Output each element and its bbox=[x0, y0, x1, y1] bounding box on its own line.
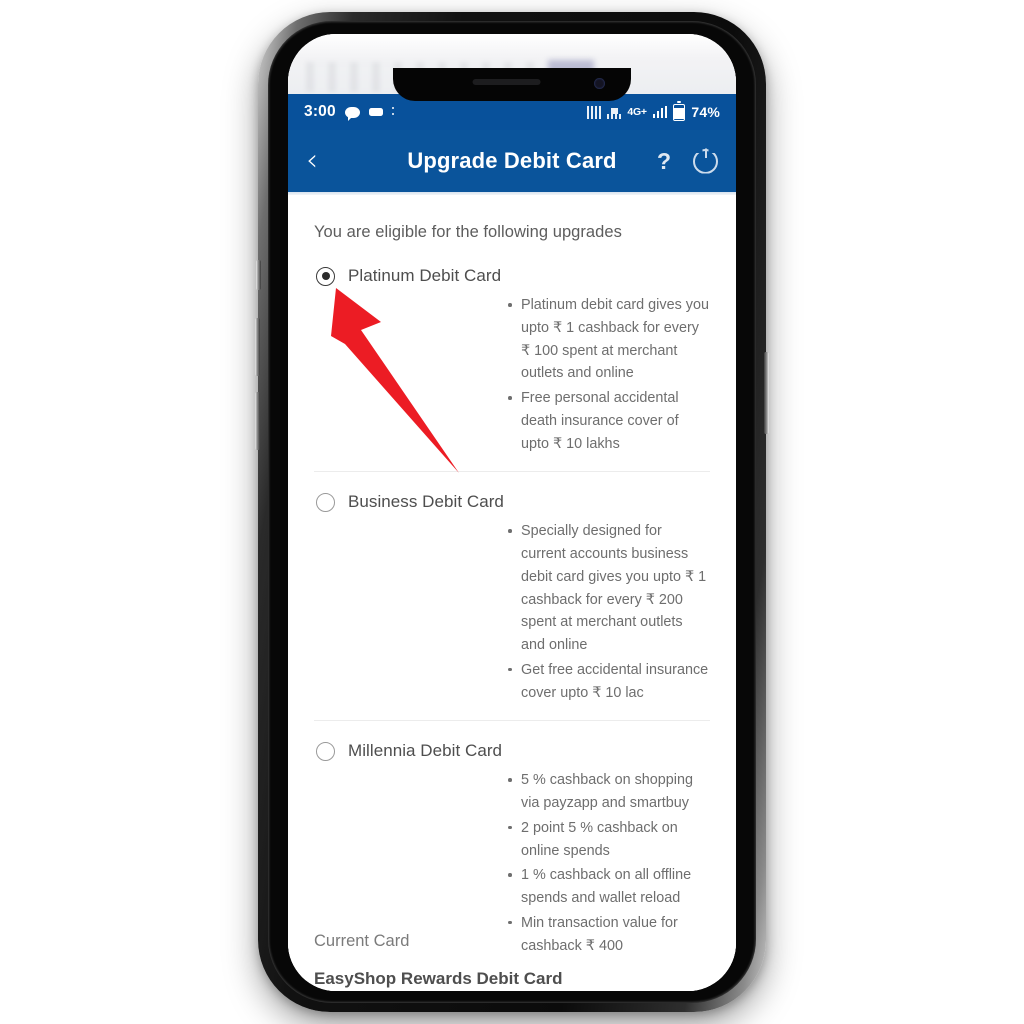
current-card-name: EasyShop Rewards Debit Card bbox=[314, 969, 563, 988]
current-card-label: Current Card bbox=[314, 932, 410, 950]
screenshot-canvas: 3:00 4G+ 74% ‹ Upgrade Debit Card ? You … bbox=[0, 0, 1024, 1024]
list-item: Platinum debit card gives you upto ₹ 1 c… bbox=[508, 294, 710, 385]
option-header[interactable]: Millennia Debit Card bbox=[314, 741, 710, 761]
volume-down-button[interactable] bbox=[255, 392, 260, 450]
app-bar: ‹ Upgrade Debit Card ? bbox=[288, 130, 736, 192]
upgrade-options-list[interactable]: You are eligible for the following upgra… bbox=[288, 195, 736, 991]
option-label: Millennia Debit Card bbox=[348, 741, 503, 761]
list-item: 2 point 5 % cashback on online spends bbox=[508, 817, 710, 863]
option-millennia-debit-card[interactable]: Millennia Debit Card 5 % cashback on sho… bbox=[314, 720, 710, 957]
platinum-debit-card-radio[interactable] bbox=[316, 266, 335, 286]
phone-notch bbox=[393, 68, 631, 101]
app-bar-actions: ? bbox=[657, 148, 718, 175]
chevron-left-icon[interactable]: ‹ bbox=[306, 146, 336, 176]
app-window: 3:00 4G+ 74% ‹ Upgrade Debit Card ? You … bbox=[288, 34, 736, 991]
eligible-heading: You are eligible for the following upgra… bbox=[314, 223, 622, 241]
chat-bubble-icon bbox=[344, 106, 360, 121]
list-item: 5 % cashback on shopping via payzapp and… bbox=[508, 769, 710, 815]
more-icon bbox=[391, 106, 395, 118]
battery-percent-label: 74% bbox=[691, 104, 720, 120]
help-icon[interactable]: ? bbox=[657, 148, 671, 175]
option-business-debit-card[interactable]: Business Debit Card Specially designed f… bbox=[314, 471, 710, 704]
message-icon bbox=[368, 108, 383, 116]
front-camera bbox=[594, 78, 605, 89]
sim2-signal-icon bbox=[607, 105, 622, 119]
volume-up-button[interactable] bbox=[255, 318, 260, 376]
benefits-list: 5 % cashback on shopping via payzapp and… bbox=[314, 769, 710, 957]
network-4g-label: 4G+ bbox=[627, 106, 647, 118]
option-header[interactable]: Platinum Debit Card bbox=[314, 266, 710, 286]
option-label: Platinum Debit Card bbox=[348, 266, 502, 285]
option-platinum-debit-card[interactable]: Platinum Debit Card Platinum debit card … bbox=[314, 246, 710, 455]
list-item: Free personal accidental death insurance… bbox=[508, 387, 710, 455]
benefits-list: Platinum debit card gives you upto ₹ 1 c… bbox=[314, 294, 710, 455]
millennia-debit-card-radio[interactable] bbox=[316, 741, 335, 761]
option-header[interactable]: Business Debit Card bbox=[314, 492, 710, 512]
benefits-list: Specially designed for current accounts … bbox=[314, 520, 710, 704]
power-icon[interactable] bbox=[693, 148, 718, 174]
battery-icon bbox=[673, 101, 686, 121]
list-item: Get free accidental insurance cover upto… bbox=[508, 659, 710, 705]
list-item: Specially designed for current accounts … bbox=[508, 520, 710, 657]
sim1-signal-icon bbox=[587, 105, 602, 119]
signal-bars-icon bbox=[652, 106, 668, 118]
status-bar-clock: 3:00 bbox=[304, 103, 336, 120]
silent-switch-button[interactable] bbox=[256, 260, 261, 290]
list-item: 1 % cashback on all offline spends and w… bbox=[508, 864, 710, 910]
current-card-section: Current Card EasyShop Rewards Debit Card bbox=[314, 932, 710, 991]
option-label: Business Debit Card bbox=[348, 492, 504, 512]
power-button[interactable] bbox=[764, 352, 769, 434]
earpiece-speaker bbox=[472, 79, 541, 85]
status-bar-right: 4G+ 74% bbox=[587, 101, 720, 121]
status-bar-left: 3:00 bbox=[304, 103, 395, 121]
phone-screen: 3:00 4G+ 74% ‹ Upgrade Debit Card ? You … bbox=[288, 34, 736, 991]
business-debit-card-radio[interactable] bbox=[316, 492, 335, 512]
